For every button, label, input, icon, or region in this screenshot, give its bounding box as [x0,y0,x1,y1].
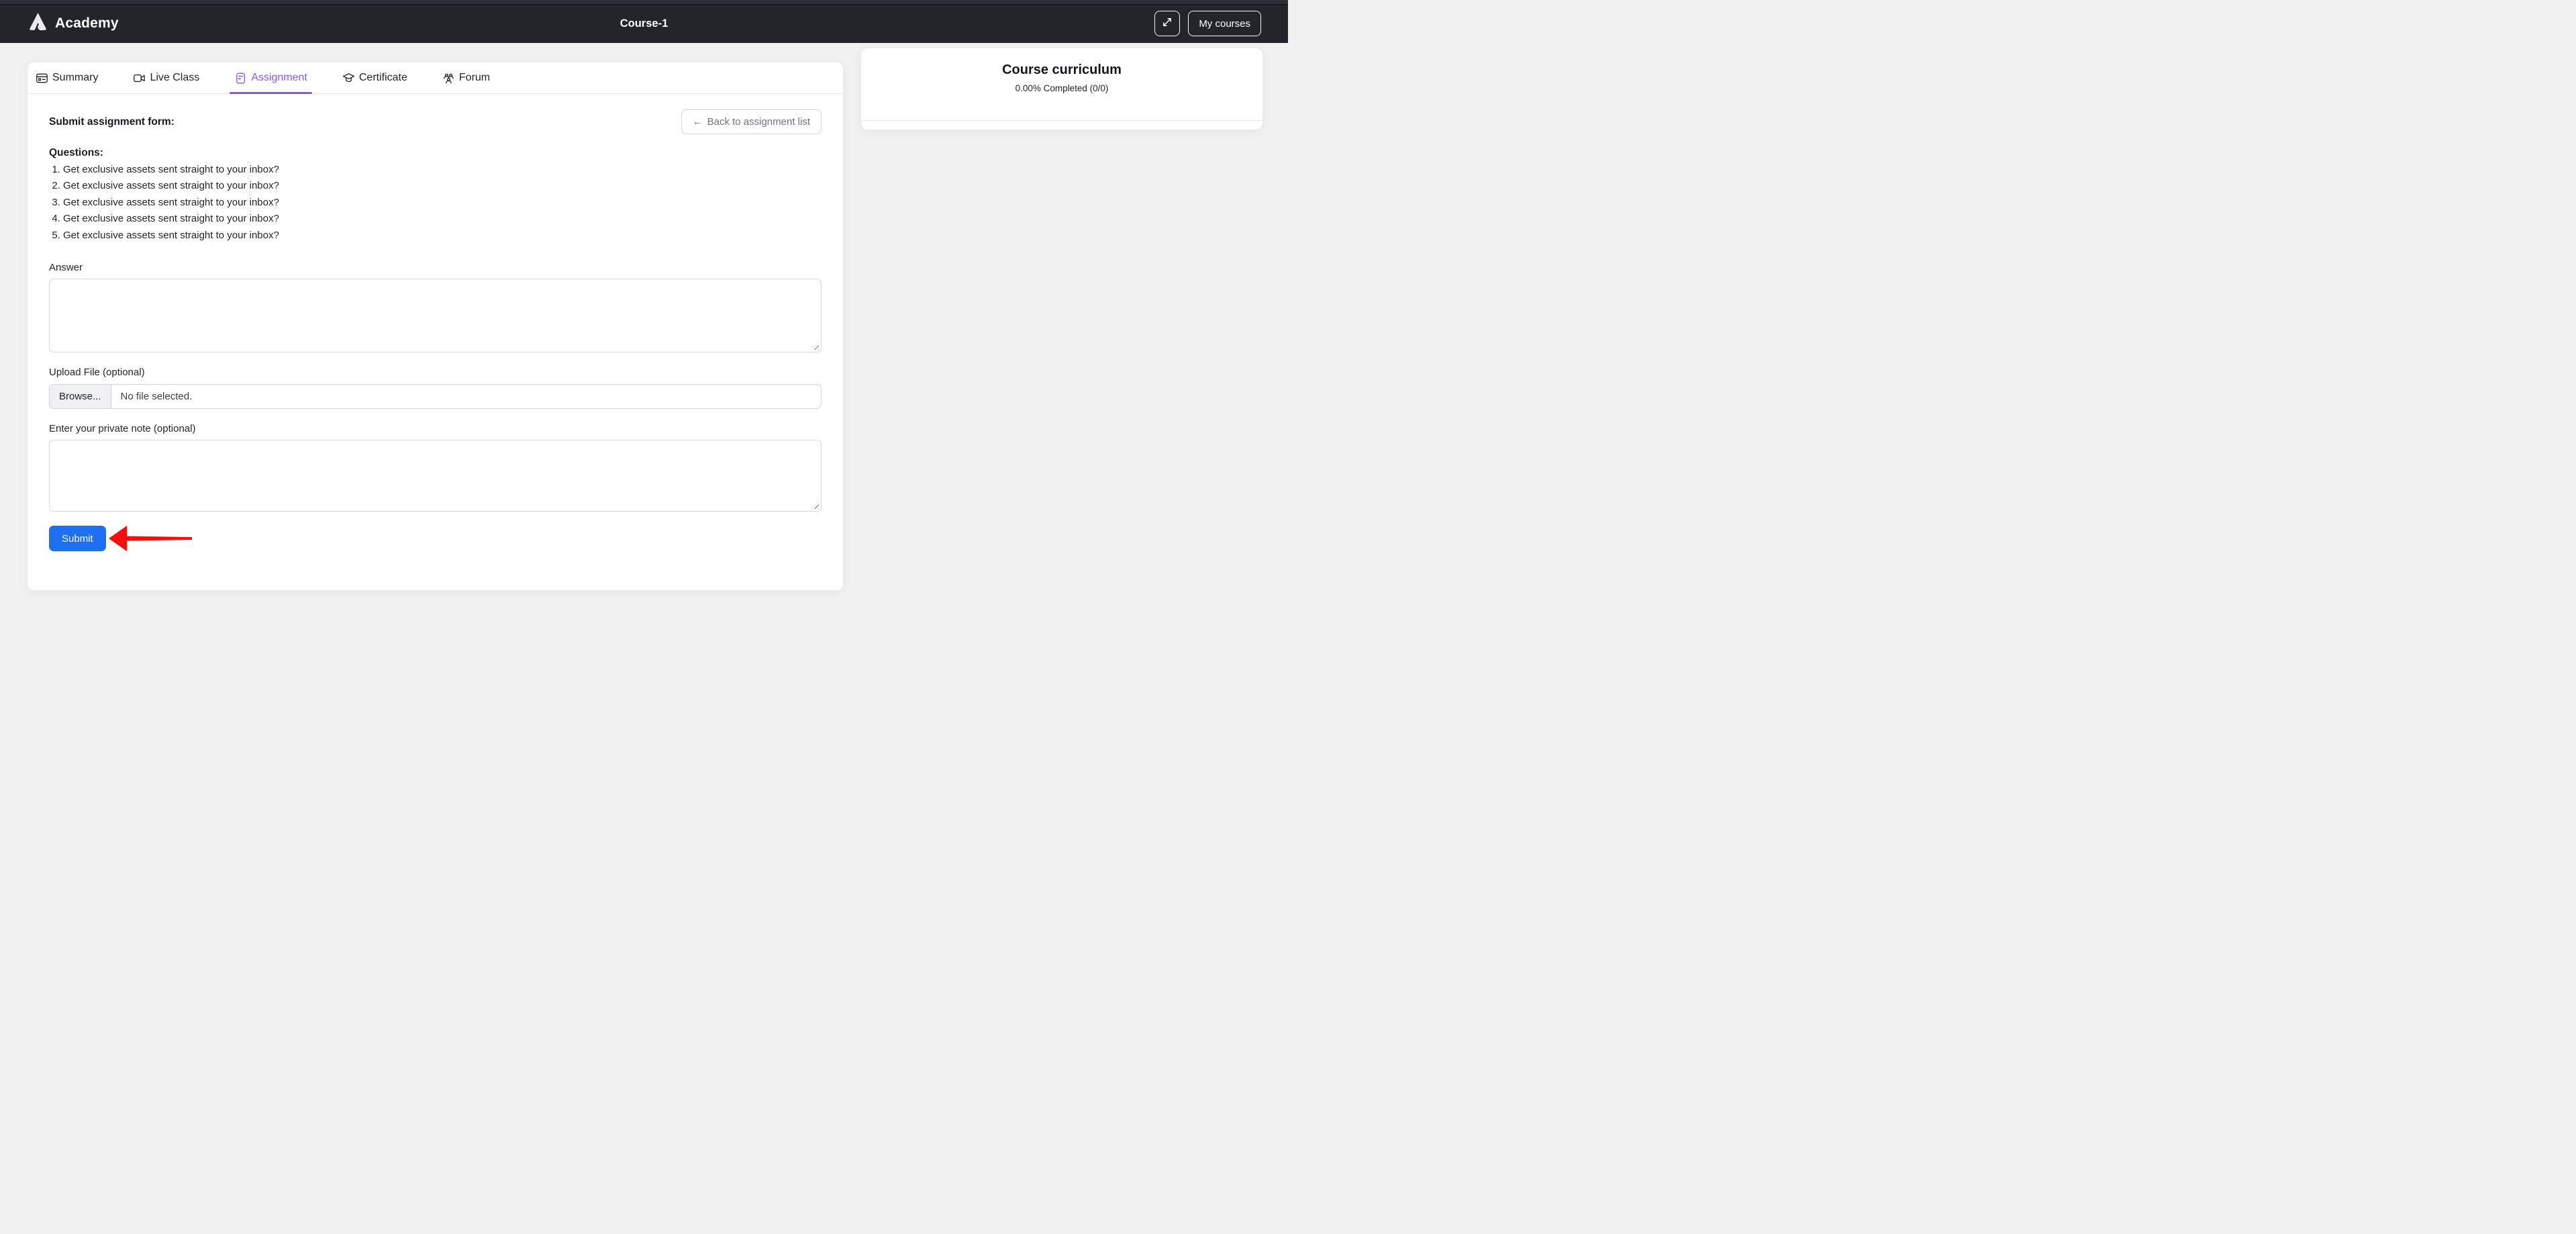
private-note-label: Enter your private note (optional) [49,423,822,434]
curriculum-progress: 0.00% Completed (0/0) [861,83,1262,93]
annotation-red-arrow-icon [108,524,193,553]
answer-label: Answer [49,262,822,273]
tab-summary[interactable]: Summary [34,62,100,93]
question-item: Get exclusive assets sent straight to yo… [63,228,822,244]
question-item: Get exclusive assets sent straight to yo… [63,162,822,178]
tab-certificate[interactable]: Certificate [340,62,409,93]
my-courses-button[interactable]: My courses [1188,11,1261,36]
expand-diagonal-arrows-icon [1161,16,1173,31]
left-arrow-icon: ← [693,116,703,128]
brand[interactable]: Academy [27,11,119,36]
form-title: Submit assignment form: [49,116,175,128]
tab-forum[interactable]: Forum [440,62,492,93]
upload-file-label: Upload File (optional) [49,367,822,378]
answer-textarea[interactable] [49,279,822,352]
private-note-textarea[interactable] [49,440,822,512]
curriculum-divider [861,120,1262,121]
tab-label: Assignment [251,72,307,84]
tab-assignment[interactable]: Assignment [232,62,309,93]
tab-live-class[interactable]: Live Class [131,62,201,93]
people-icon [442,72,455,85]
question-item: Get exclusive assets sent straight to yo… [63,211,822,227]
academy-logo-icon [27,11,49,36]
question-item: Get exclusive assets sent straight to yo… [63,195,822,211]
submit-button[interactable]: Submit [49,526,106,551]
course-tabs: Summary Live Class Assignment Certificat… [28,62,843,94]
tab-label: Summary [52,72,98,84]
questions-heading: Questions: [49,147,822,159]
summary-card-icon [36,72,48,85]
back-button-label: Back to assignment list [707,116,810,128]
video-camera-icon [133,72,146,85]
assignment-panel: Summary Live Class Assignment Certificat… [28,62,843,590]
curriculum-title: Course curriculum [861,62,1262,78]
question-item: Get exclusive assets sent straight to yo… [63,178,822,194]
course-curriculum-card: Course curriculum 0.00% Completed (0/0) [861,48,1262,130]
tab-label: Live Class [150,72,199,84]
file-status-text: No file selected. [111,391,193,402]
note-icon [234,72,247,85]
browse-button[interactable]: Browse... [50,385,111,408]
brand-name: Academy [55,15,119,32]
back-to-assignment-list-button[interactable]: ← Back to assignment list [681,109,822,134]
fullscreen-button[interactable] [1154,11,1180,36]
questions-list: Get exclusive assets sent straight to yo… [49,162,822,244]
tab-label: Forum [459,72,490,84]
graduation-cap-icon [342,72,355,85]
file-upload-input[interactable]: Browse... No file selected. [49,384,822,409]
course-title: Course-1 [0,17,1288,30]
top-navbar: Academy Course-1 My courses [0,0,1288,43]
tab-label: Certificate [359,72,407,84]
